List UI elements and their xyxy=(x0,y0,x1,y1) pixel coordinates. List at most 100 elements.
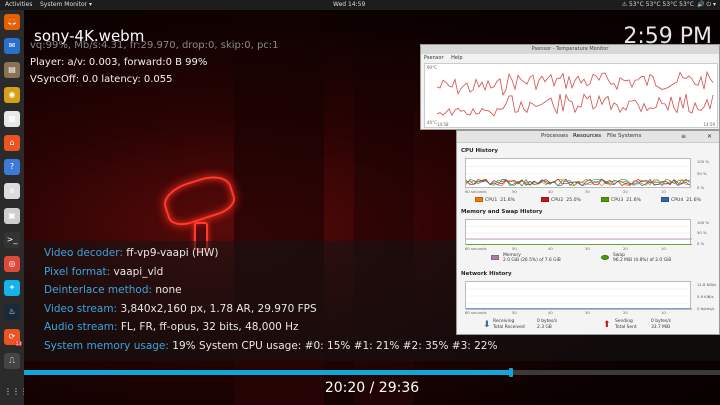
cpu-legend-item[interactable]: CPU1 21.6% xyxy=(475,197,515,203)
tab-processes[interactable]: Processes xyxy=(541,133,568,139)
cpu-label: CPU1 xyxy=(485,198,498,203)
files-icon[interactable]: ▤ xyxy=(4,62,20,79)
time-tick: 50 xyxy=(512,310,517,315)
seek-bar[interactable] xyxy=(24,368,720,377)
total-sent-value: 33.7 MiB xyxy=(651,325,671,330)
sending-rate: 0 bytes/s xyxy=(651,319,672,324)
amazon-icon[interactable]: a xyxy=(4,183,20,200)
cpu-value: 21.6% xyxy=(500,198,515,203)
tab-resources[interactable]: Resources xyxy=(573,133,601,139)
info-value: vaapi_vld xyxy=(113,265,164,278)
time-tick: 60 seconds xyxy=(465,310,487,315)
cpu-label: CPU4 xyxy=(671,198,684,203)
firefox-icon[interactable]: 🦊 xyxy=(4,14,20,30)
info-value: none xyxy=(155,284,182,296)
system-menu[interactable]: 🔊 ⏻ ▾ xyxy=(697,1,716,9)
help-icon[interactable]: ? xyxy=(4,159,20,176)
psensor-window[interactable]: Psensor - Temperature Monitor Psensor He… xyxy=(420,44,720,130)
kodi-icon[interactable]: ✦ xyxy=(4,280,20,297)
system-monitor-header: Processes Resources File Systems ≡ ✕ xyxy=(457,131,719,143)
receiving-label: Receiving xyxy=(493,319,515,324)
swap-value: 96.2 MiB (4.8%) of 2.0 GiB xyxy=(613,258,672,263)
writer-icon[interactable]: ▦ xyxy=(4,110,20,127)
info-key: Audio stream: xyxy=(44,321,121,333)
mem-pct-100: 100 % xyxy=(697,220,710,225)
time-tick: 60 seconds xyxy=(465,189,487,194)
memory-value: 2.0 GiB (26.5%) of 7.6 GiB xyxy=(503,258,561,263)
terminal-icon[interactable]: >_ xyxy=(4,231,20,248)
menu-help[interactable]: Help xyxy=(451,55,462,61)
network-graph xyxy=(465,281,692,310)
time-tick: 40 xyxy=(548,310,553,315)
top-clock[interactable]: Wed 14:59 xyxy=(333,1,365,8)
steam-icon[interactable]: ♨ xyxy=(4,304,20,321)
info-value: 19% System CPU usage: #0: 15% #1: 21% #2… xyxy=(172,339,498,352)
update-count-badge: 53 xyxy=(14,340,22,346)
info-value: ff-vp9-vaapi (HW) xyxy=(126,247,219,259)
time-tick: 10 xyxy=(661,310,666,315)
sending-arrow-icon[interactable]: ⬆ xyxy=(603,320,611,330)
top-bar: Activities System Monitor ▾ Wed 14:59 ⚠ … xyxy=(0,0,720,10)
receiving-rate: 0 bytes/s xyxy=(537,319,558,324)
cpu-color-swatch[interactable] xyxy=(475,197,483,202)
time-tick: 50 xyxy=(512,189,517,194)
tab-file-systems[interactable]: File Systems xyxy=(607,133,641,139)
menu-icon[interactable]: ≡ xyxy=(681,133,686,140)
temperature-indicator[interactable]: ⚠ 53°C 53°C 53°C 53°C xyxy=(622,1,694,8)
time-tick: 30 xyxy=(585,189,590,194)
cpu-legend-item[interactable]: CPU3 21.6% xyxy=(601,197,641,203)
updates-icon[interactable]: ⟳ 53 xyxy=(4,328,22,346)
info-row: Audio stream: FL, FR, ff-opus, 32 bits, … xyxy=(44,321,299,333)
chrome-icon[interactable]: ◎ xyxy=(4,256,20,272)
time-tick: 50 xyxy=(512,246,517,251)
mem-pct-50: 50 % xyxy=(697,230,707,235)
time-tick: 30 xyxy=(585,310,590,315)
cpu-color-swatch[interactable] xyxy=(541,197,549,202)
time-tick: 20 xyxy=(623,310,628,315)
net-scale-mid: 5.9 KiB/s xyxy=(697,294,714,299)
info-value: 3,840x2,160 px, 1.78 AR, 29.970 FPS xyxy=(120,302,317,315)
thunderbird-icon[interactable]: ✉ xyxy=(4,38,20,55)
receiving-arrow-icon[interactable]: ⬇ xyxy=(483,320,491,330)
rhythmbox-icon[interactable]: ◉ xyxy=(4,86,20,103)
info-key: Deinterlace method: xyxy=(44,284,156,296)
cpu-graph xyxy=(465,158,692,188)
cpu-pct-0: 0 % xyxy=(697,185,705,190)
psensor-titlebar[interactable]: Psensor - Temperature Monitor xyxy=(421,45,719,54)
cpu-plot xyxy=(466,166,692,187)
sending-label: Sending xyxy=(615,319,633,324)
info-row: Pixel format: vaapi_vld xyxy=(44,266,163,278)
time-tick: 40 xyxy=(548,189,553,194)
time-tick: 10 xyxy=(661,246,666,251)
cpu-color-swatch[interactable] xyxy=(661,197,669,202)
show-applications-icon[interactable]: ⋮⋮⋮ xyxy=(4,384,28,400)
close-icon[interactable]: ✕ xyxy=(707,133,712,140)
cpu-value: 21.6% xyxy=(626,198,641,203)
cpu-legend-item[interactable]: CPU4 21.6% xyxy=(661,197,701,203)
network-history-title: Network History xyxy=(461,271,512,277)
total-sent-label: Total Sent xyxy=(615,325,637,330)
activities-button[interactable]: Activities xyxy=(5,1,32,8)
software-icon[interactable]: ⌂ xyxy=(4,135,20,151)
menu-psensor[interactable]: Psensor xyxy=(424,55,444,61)
net-scale-bottom: 0 bytes/s xyxy=(697,306,715,311)
seek-progress xyxy=(24,370,511,375)
system-monitor-window[interactable]: Processes Resources File Systems ≡ ✕ CPU… xyxy=(456,130,720,335)
screenshot-icon[interactable]: ▣ xyxy=(4,207,20,224)
time-display: 20:20 / 29:36 xyxy=(324,380,420,396)
psensor-menubar: Psensor Help xyxy=(421,54,719,62)
cpu-label: CPU2 xyxy=(551,198,564,203)
info-row: Deinterlace method: none xyxy=(44,284,182,296)
system-monitor-icon[interactable]: ⎍ xyxy=(4,352,20,369)
swap-color-swatch[interactable] xyxy=(601,255,609,260)
seek-handle[interactable] xyxy=(508,368,513,377)
video-quality-stats: vq:99%, Mb/s:4.31, fr:29.970, drop:0, sk… xyxy=(30,40,279,51)
memory-color-swatch[interactable] xyxy=(491,255,499,260)
time-tick: 10 xyxy=(661,189,666,194)
cpu-color-swatch[interactable] xyxy=(601,197,609,202)
app-menu[interactable]: System Monitor ▾ xyxy=(40,1,92,8)
time-tick: 30 xyxy=(585,246,590,251)
info-value: FL, FR, ff-opus, 32 bits, 48,000 Hz xyxy=(120,321,299,333)
dock: 🦊 ✉ ▤ ◉ ▦ ⌂? a ▣ >_ ◎ ✦ ♨ ⟳ 53 ⎍ ⋮⋮⋮ xyxy=(0,10,28,405)
cpu-legend-item[interactable]: CPU2 25.0% xyxy=(541,197,581,203)
